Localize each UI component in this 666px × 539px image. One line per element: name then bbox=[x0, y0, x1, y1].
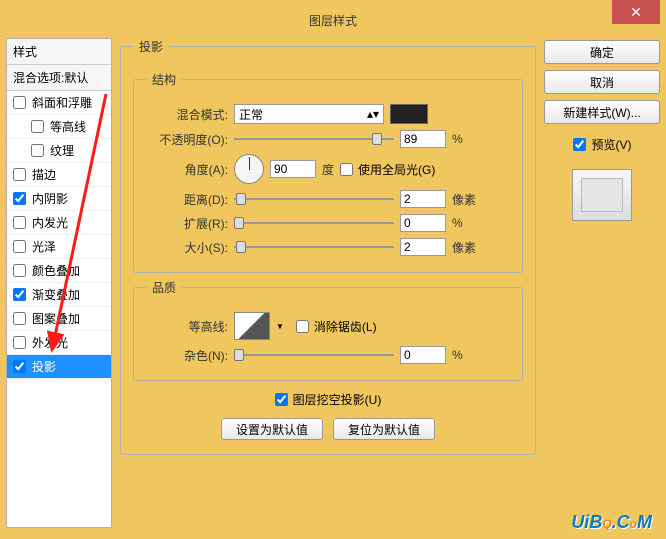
global-light-checkbox[interactable] bbox=[340, 163, 353, 176]
styles-list: 样式 混合选项:默认 斜面和浮雕等高线纹理描边内阴影内发光光泽颜色叠加渐变叠加图… bbox=[6, 38, 112, 528]
effect-checkbox[interactable] bbox=[31, 144, 44, 157]
angle-label: 角度(A): bbox=[146, 161, 228, 178]
effect-item-9[interactable]: 图案叠加 bbox=[7, 307, 111, 331]
effect-checkbox[interactable] bbox=[13, 336, 26, 349]
spread-slider[interactable] bbox=[234, 216, 394, 230]
effect-item-6[interactable]: 光泽 bbox=[7, 235, 111, 259]
blend-options-item[interactable]: 混合选项:默认 bbox=[7, 65, 111, 91]
effect-checkbox[interactable] bbox=[13, 240, 26, 253]
effect-label: 描边 bbox=[32, 166, 56, 183]
spread-label: 扩展(R): bbox=[146, 215, 228, 232]
spread-unit: % bbox=[452, 216, 463, 230]
reset-default-button[interactable]: 复位为默认值 bbox=[333, 418, 435, 440]
effect-item-5[interactable]: 内发光 bbox=[7, 211, 111, 235]
antialias-label: 消除锯齿(L) bbox=[314, 318, 377, 335]
effect-item-7[interactable]: 颜色叠加 bbox=[7, 259, 111, 283]
size-unit: 像素 bbox=[452, 239, 476, 256]
drop-shadow-fieldset: 投影 结构 混合模式: 正常 ▴▾ 不透明度(O): % bbox=[120, 38, 536, 455]
effect-item-10[interactable]: 外发光 bbox=[7, 331, 111, 355]
noise-input[interactable] bbox=[400, 346, 446, 364]
effect-checkbox[interactable] bbox=[13, 360, 26, 373]
spread-input[interactable] bbox=[400, 214, 446, 232]
effect-label: 斜面和浮雕 bbox=[32, 94, 92, 111]
distance-input[interactable] bbox=[400, 190, 446, 208]
distance-slider[interactable] bbox=[234, 192, 394, 206]
effect-item-11[interactable]: 投影 bbox=[7, 355, 111, 379]
effect-label: 内阴影 bbox=[32, 190, 68, 207]
section-title: 投影 bbox=[133, 38, 169, 55]
quality-fieldset: 品质 等高线: ▼ 消除锯齿(L) 杂色(N): % bbox=[133, 279, 523, 381]
effect-item-8[interactable]: 渐变叠加 bbox=[7, 283, 111, 307]
blend-mode-value: 正常 bbox=[239, 106, 263, 123]
structure-legend: 结构 bbox=[146, 71, 182, 88]
cancel-button[interactable]: 取消 bbox=[544, 70, 660, 94]
effect-label: 图案叠加 bbox=[32, 310, 80, 327]
noise-label: 杂色(N): bbox=[146, 347, 228, 364]
angle-input[interactable] bbox=[270, 160, 316, 178]
effect-label: 纹理 bbox=[50, 142, 74, 159]
close-button[interactable]: ✕ bbox=[612, 0, 660, 24]
chevron-updown-icon: ▴▾ bbox=[367, 107, 379, 121]
effect-label: 等高线 bbox=[50, 118, 86, 135]
effect-checkbox[interactable] bbox=[13, 312, 26, 325]
knockout-checkbox[interactable] bbox=[275, 393, 288, 406]
shadow-color-swatch[interactable] bbox=[390, 104, 428, 124]
size-slider[interactable] bbox=[234, 240, 394, 254]
preview-swatch bbox=[572, 169, 632, 221]
distance-label: 距离(D): bbox=[146, 191, 228, 208]
effect-label: 投影 bbox=[32, 358, 56, 375]
effect-label: 外发光 bbox=[32, 334, 68, 351]
size-input[interactable] bbox=[400, 238, 446, 256]
angle-unit: 度 bbox=[322, 161, 334, 178]
contour-label: 等高线: bbox=[146, 318, 228, 335]
options-panel: 投影 结构 混合模式: 正常 ▴▾ 不透明度(O): % bbox=[120, 38, 536, 528]
angle-dial[interactable] bbox=[234, 154, 264, 184]
effect-item-2[interactable]: 纹理 bbox=[7, 139, 111, 163]
ok-button[interactable]: 确定 bbox=[544, 40, 660, 64]
effect-label: 内发光 bbox=[32, 214, 68, 231]
effect-checkbox[interactable] bbox=[13, 192, 26, 205]
global-light-label: 使用全局光(G) bbox=[358, 161, 435, 178]
effect-checkbox[interactable] bbox=[13, 288, 26, 301]
effect-item-3[interactable]: 描边 bbox=[7, 163, 111, 187]
effect-checkbox[interactable] bbox=[13, 264, 26, 277]
styles-header: 样式 bbox=[7, 39, 111, 65]
effect-checkbox[interactable] bbox=[13, 96, 26, 109]
effect-item-0[interactable]: 斜面和浮雕 bbox=[7, 91, 111, 115]
effect-label: 光泽 bbox=[32, 238, 56, 255]
chevron-down-icon[interactable]: ▼ bbox=[276, 322, 284, 331]
effect-item-1[interactable]: 等高线 bbox=[7, 115, 111, 139]
structure-fieldset: 结构 混合模式: 正常 ▴▾ 不透明度(O): % 角度(A): bbox=[133, 71, 523, 273]
size-label: 大小(S): bbox=[146, 239, 228, 256]
dialog-title: 图层样式 bbox=[309, 12, 357, 29]
opacity-input[interactable] bbox=[400, 130, 446, 148]
effect-checkbox[interactable] bbox=[31, 120, 44, 133]
noise-slider[interactable] bbox=[234, 348, 394, 362]
opacity-unit: % bbox=[452, 132, 463, 146]
watermark-text: UiBQ.CoM bbox=[571, 512, 652, 533]
effect-label: 颜色叠加 bbox=[32, 262, 80, 279]
make-default-button[interactable]: 设置为默认值 bbox=[221, 418, 323, 440]
new-style-button[interactable]: 新建样式(W)... bbox=[544, 100, 660, 124]
blend-mode-select[interactable]: 正常 ▴▾ bbox=[234, 104, 384, 124]
contour-picker[interactable] bbox=[234, 312, 270, 340]
antialias-checkbox[interactable] bbox=[296, 320, 309, 333]
opacity-slider[interactable] bbox=[234, 132, 394, 146]
effect-item-4[interactable]: 内阴影 bbox=[7, 187, 111, 211]
effect-label: 渐变叠加 bbox=[32, 286, 80, 303]
distance-unit: 像素 bbox=[452, 191, 476, 208]
effect-checkbox[interactable] bbox=[13, 168, 26, 181]
right-panel: 确定 取消 新建样式(W)... 预览(V) bbox=[544, 38, 660, 528]
opacity-label: 不透明度(O): bbox=[146, 131, 228, 148]
preview-checkbox[interactable] bbox=[573, 138, 586, 151]
noise-unit: % bbox=[452, 348, 463, 362]
effect-checkbox[interactable] bbox=[13, 216, 26, 229]
knockout-label: 图层挖空投影(U) bbox=[293, 391, 382, 408]
quality-legend: 品质 bbox=[146, 279, 182, 296]
preview-label: 预览(V) bbox=[592, 136, 632, 153]
blend-mode-label: 混合模式: bbox=[146, 106, 228, 123]
